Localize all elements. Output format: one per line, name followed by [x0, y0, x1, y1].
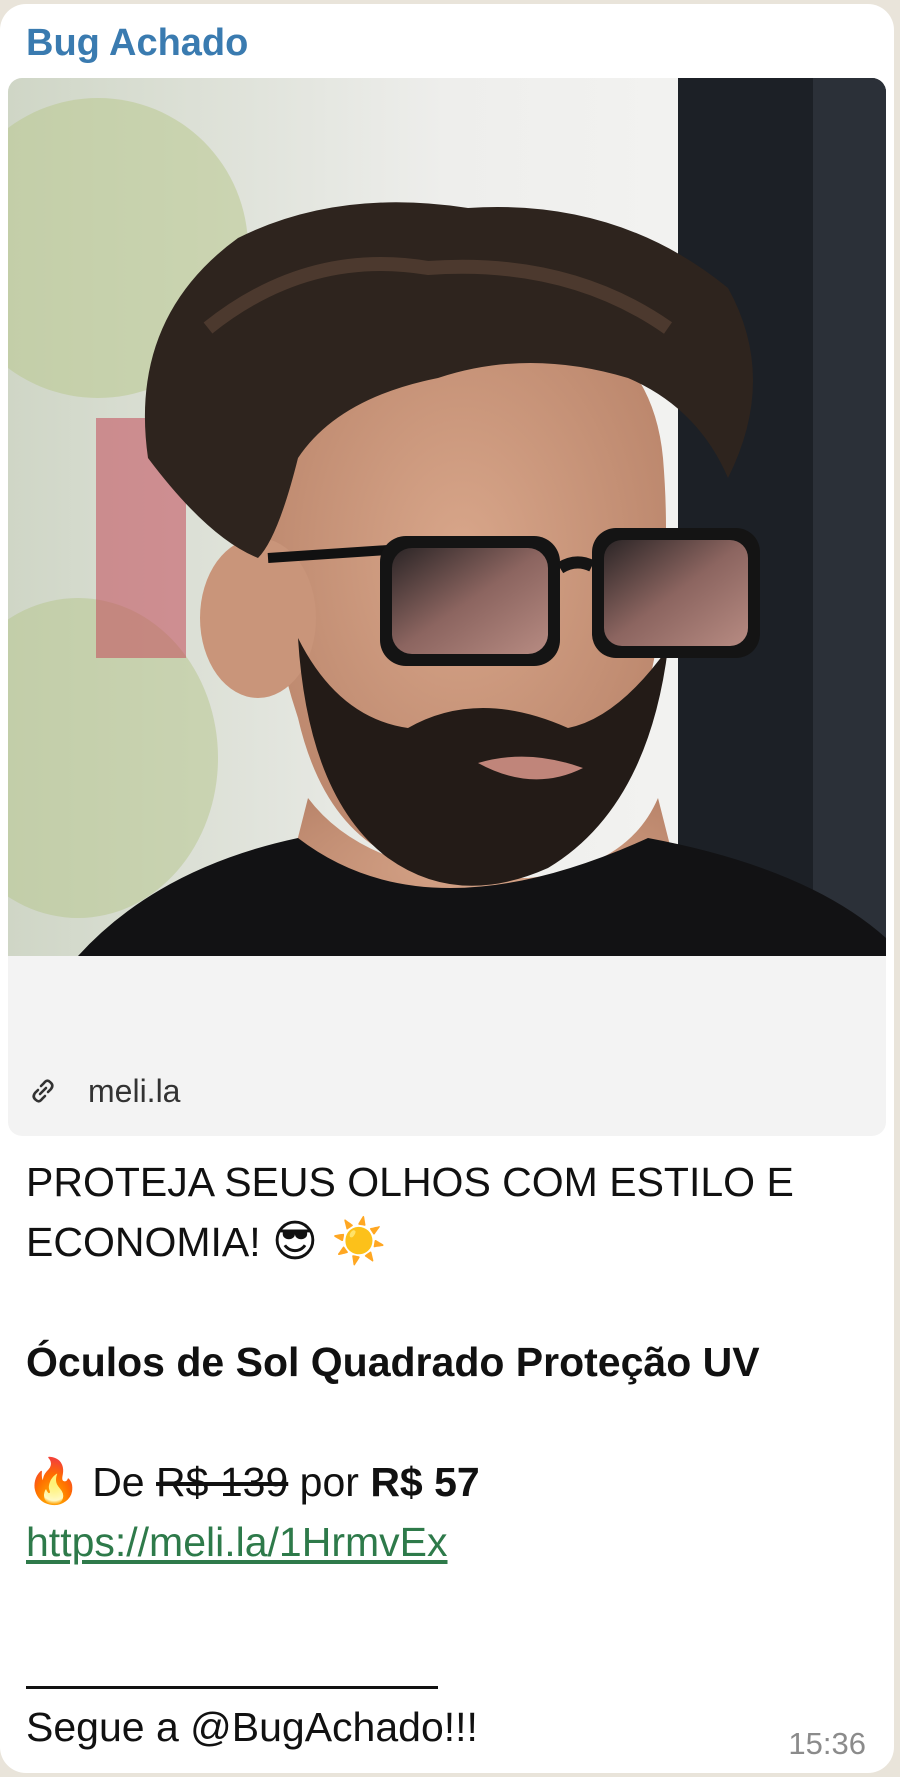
- link-preview-card[interactable]: meli.la: [8, 78, 886, 1136]
- price-line: 🔥 De R$ 139 por R$ 57: [26, 1452, 866, 1512]
- headline-text: ECONOMIA!: [26, 1219, 261, 1265]
- fire-emoji: 🔥: [26, 1456, 81, 1507]
- product-title: Óculos de Sol Quadrado Proteção UV: [26, 1339, 760, 1385]
- price-by-label: por: [299, 1459, 359, 1505]
- old-price: R$ 139: [156, 1459, 289, 1505]
- preview-image[interactable]: [8, 78, 886, 956]
- new-price: R$ 57: [370, 1459, 480, 1505]
- separator-line: [26, 1686, 438, 1689]
- sunglasses-sun-emoji: 😎 ☀️: [272, 1216, 387, 1267]
- link-icon: [32, 1079, 54, 1103]
- preview-domain: meli.la: [88, 1072, 181, 1109]
- follow-text: Segue a @BugAchado!!!: [26, 1704, 478, 1750]
- message-time: 15:36: [788, 1726, 866, 1761]
- url-line: https://meli.la/1HrmvEx: [26, 1512, 866, 1572]
- headline-line-1: PROTEJA SEUS OLHOS COM ESTILO E: [26, 1159, 794, 1205]
- headline-line-2: ECONOMIA! 😎 ☀️: [26, 1212, 866, 1272]
- message-bubble: Bug Achado meli.la PROTEJA SEUS OLHOS CO…: [0, 4, 894, 1773]
- preview-link-row[interactable]: meli.la: [28, 1066, 180, 1116]
- message-text: PROTEJA SEUS OLHOS COM ESTILO E ECONOMIA…: [26, 1152, 866, 1572]
- sender-name[interactable]: Bug Achado: [26, 22, 248, 65]
- product-link[interactable]: https://meli.la/1HrmvEx: [26, 1519, 448, 1565]
- price-from-label: De: [92, 1459, 145, 1505]
